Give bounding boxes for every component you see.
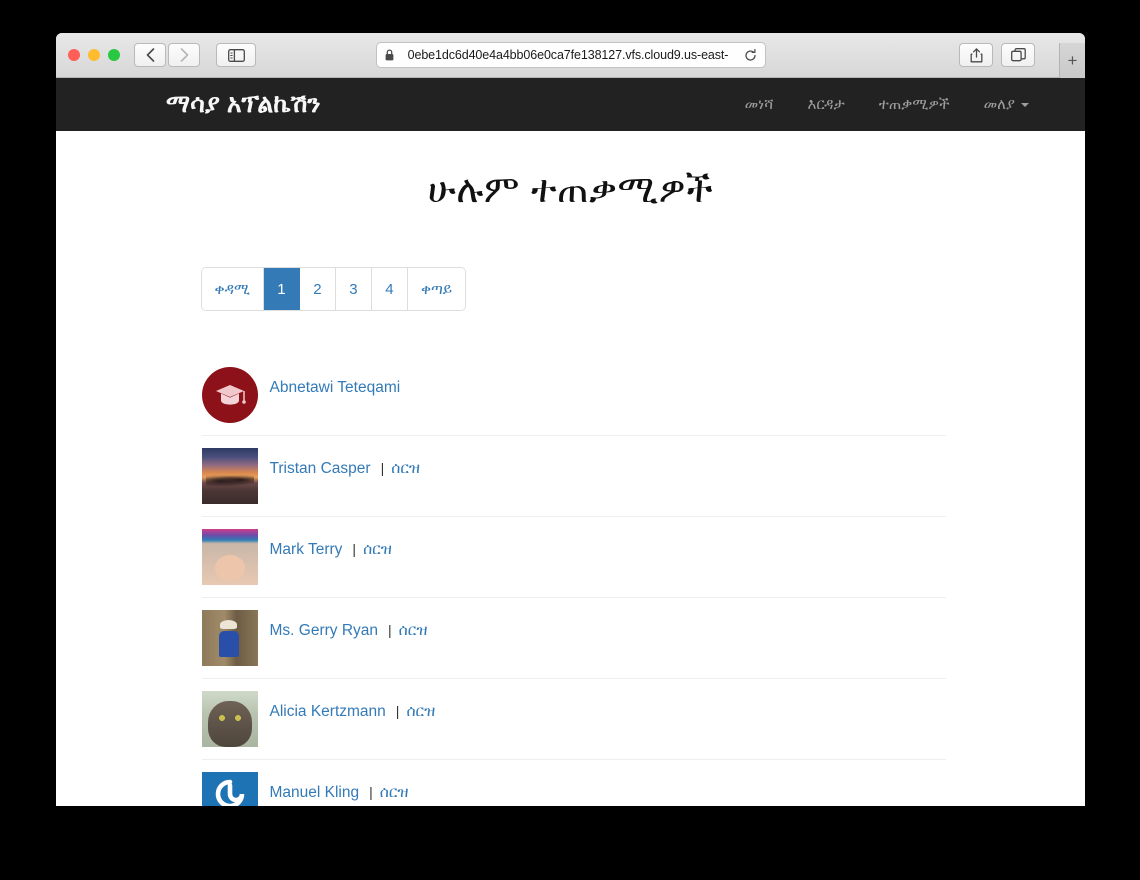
chevron-left-icon <box>146 48 154 62</box>
delete-user-link[interactable]: ሰርዝ <box>391 460 420 478</box>
pagination-prev[interactable]: ቀዳሚ <box>201 268 264 310</box>
delete-user-link[interactable]: ሰርዝ <box>406 703 435 721</box>
list-item: Alicia Kertzmann | ሰርዝ <box>201 678 946 759</box>
gravatar-logo-icon <box>201 772 258 806</box>
maximize-window-button[interactable] <box>108 49 120 61</box>
nav-item-help[interactable]: እርዳታ <box>807 96 844 113</box>
user-name-link[interactable]: Mark Terry <box>270 541 343 559</box>
user-meta: Abnetawi Teteqami <box>270 367 418 397</box>
person-blue-shirt-photo-icon <box>201 610 258 666</box>
cat-photo-icon <box>201 691 258 747</box>
nav-item-users[interactable]: ተጠቃሚዎች <box>879 96 950 113</box>
pagination-next[interactable]: ቀጣይ <box>407 268 466 310</box>
separator: | <box>395 703 400 719</box>
avatar[interactable] <box>201 448 258 504</box>
list-item: Manuel Kling | ሰርዝ <box>201 759 946 806</box>
pagination: ቀዳሚ 1 2 3 4 ቀጣይ <box>201 268 466 310</box>
window-controls <box>68 49 120 61</box>
user-meta: Tristan Casper | ሰርዝ <box>270 448 421 478</box>
user-name-link[interactable]: Alicia Kertzmann <box>270 703 386 721</box>
avatar[interactable] <box>201 691 258 747</box>
graduation-cap-badge-icon <box>201 367 258 423</box>
user-list: Abnetawi Teteqami Tristan Casper | ሰርዝ M… <box>201 355 946 806</box>
nav-item-help-label: እርዳታ <box>807 96 845 113</box>
avatar[interactable] <box>201 367 258 423</box>
user-name-link[interactable]: Ms. Gerry Ryan <box>270 622 379 640</box>
list-item: Tristan Casper | ሰርዝ <box>201 435 946 516</box>
content-container: ቀዳሚ 1 2 3 4 ቀጣይ Abnetawi Teteqami Trista… <box>196 212 946 806</box>
sunset-photo-icon <box>201 448 258 504</box>
pagination-page-3[interactable]: 3 <box>335 268 372 310</box>
user-name-link[interactable]: Tristan Casper <box>270 460 371 478</box>
new-tab-label: + <box>1067 51 1078 70</box>
sidebar-toggle-button[interactable] <box>216 43 256 67</box>
delete-user-link[interactable]: ሰርዝ <box>363 541 392 559</box>
close-window-button[interactable] <box>68 49 80 61</box>
show-tabs-button[interactable] <box>1001 43 1035 67</box>
separator: | <box>380 460 385 476</box>
browser-window: 0ebe1dc6d40e4a4bb06e0ca7fe138127.vfs.clo… <box>56 33 1085 806</box>
address-bar[interactable]: 0ebe1dc6d40e4a4bb06e0ca7fe138127.vfs.clo… <box>375 42 766 68</box>
brand-link[interactable]: ማሳያ አፕልኬሽን <box>166 90 320 119</box>
page-content: ማሳያ አፕልኬሽን መነሻ እርዳታ ተጠቃሚዎች መለያ ሁሉም ተጠቃሚዎ… <box>56 78 1085 806</box>
pagination-page-4[interactable]: 4 <box>371 268 408 310</box>
nav-item-users-label: ተጠቃሚዎች <box>878 96 950 113</box>
url-text: 0ebe1dc6d40e4a4bb06e0ca7fe138127.vfs.clo… <box>407 48 729 62</box>
user-meta: Mark Terry | ሰርዝ <box>270 529 392 559</box>
chevron-down-icon <box>1021 102 1029 107</box>
main-navigation: መነሻ እርዳታ ተጠቃሚዎች መለያ <box>745 96 1029 113</box>
reload-button[interactable] <box>744 48 757 62</box>
user-meta: Ms. Gerry Ryan | ሰርዝ <box>270 610 428 640</box>
user-meta: Alicia Kertzmann | ሰርዝ <box>270 691 436 721</box>
share-icon <box>970 47 982 62</box>
tabs-icon <box>1010 48 1026 62</box>
site-navbar: ማሳያ አፕልኬሽን መነሻ እርዳታ ተጠቃሚዎች መለያ <box>56 78 1085 131</box>
back-button[interactable] <box>134 43 166 67</box>
list-item: Mark Terry | ሰርዝ <box>201 516 946 597</box>
separator: | <box>369 784 373 800</box>
baby-photo-icon <box>201 529 258 585</box>
minimize-window-button[interactable] <box>88 49 100 61</box>
reload-icon <box>744 48 756 61</box>
share-button[interactable] <box>959 43 993 67</box>
forward-button[interactable] <box>168 43 200 67</box>
delete-user-link[interactable]: ሰርዝ <box>380 784 409 802</box>
user-meta: Manuel Kling | ሰርዝ <box>270 772 409 802</box>
new-tab-button[interactable]: + <box>1059 43 1085 78</box>
pagination-page-2[interactable]: 2 <box>299 268 336 310</box>
avatar[interactable] <box>201 610 258 666</box>
list-item: Ms. Gerry Ryan | ሰርዝ <box>201 597 946 678</box>
avatar[interactable] <box>201 529 258 585</box>
browser-toolbar: 0ebe1dc6d40e4a4bb06e0ca7fe138127.vfs.clo… <box>56 33 1085 78</box>
separator: | <box>388 622 392 638</box>
lock-icon <box>385 49 394 61</box>
pagination-page-1[interactable]: 1 <box>263 268 300 310</box>
chevron-right-icon <box>180 48 188 62</box>
separator: | <box>352 541 357 557</box>
nav-item-account[interactable]: መለያ <box>984 96 1029 113</box>
nav-item-account-label: መለያ <box>983 96 1015 113</box>
page-title: ሁሉም ተጠቃሚዎች <box>427 169 714 211</box>
user-name-link[interactable]: Abnetawi Teteqami <box>270 379 401 397</box>
user-name-link[interactable]: Manuel Kling <box>270 784 360 802</box>
delete-user-link[interactable]: ሰርዝ <box>399 622 428 640</box>
nav-item-home-label: መነሻ <box>744 96 774 113</box>
nav-item-home[interactable]: መነሻ <box>745 96 774 113</box>
sidebar-toggle-icon <box>227 48 245 62</box>
avatar[interactable] <box>201 772 258 806</box>
list-item: Abnetawi Teteqami <box>201 355 946 435</box>
